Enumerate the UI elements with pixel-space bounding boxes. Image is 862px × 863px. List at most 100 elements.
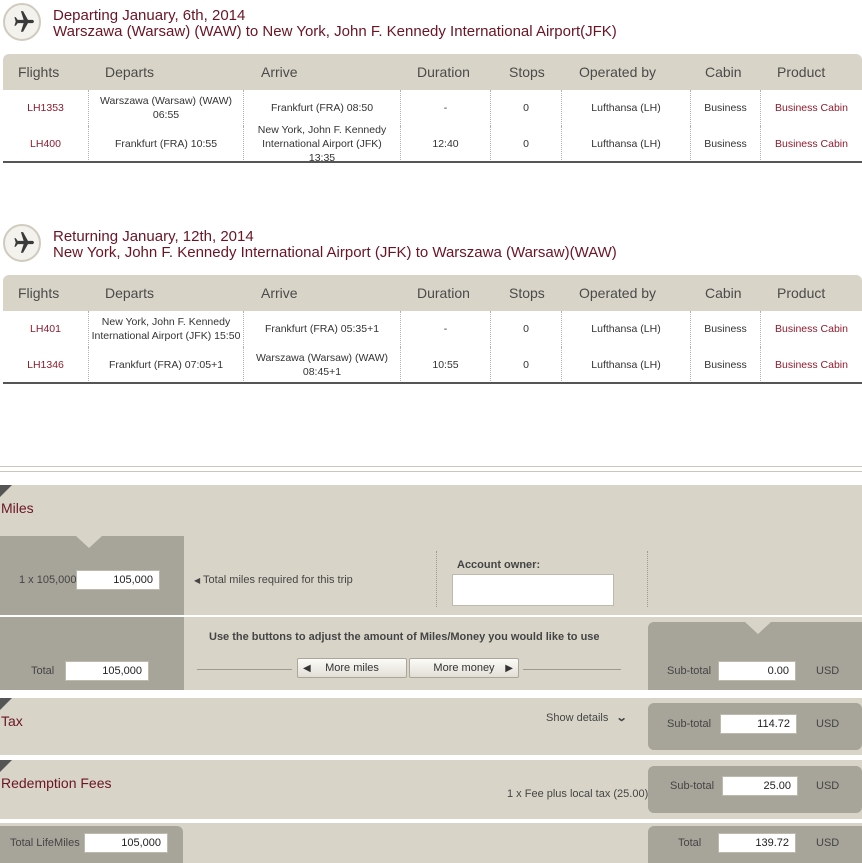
more-money-button[interactable]: More money ▶: [409, 658, 519, 678]
slider-line-right: [523, 669, 621, 670]
operated-cell: Lufthansa (LH): [562, 90, 691, 126]
adjust-instructions: Use the buttons to adjust the amount of …: [209, 631, 600, 643]
flight-number[interactable]: LH1353: [3, 90, 89, 126]
col-flights: Flights: [18, 285, 60, 301]
duration-cell: 10:55: [401, 347, 491, 383]
table-row: LH1346 Frankfurt (FRA) 07:05+1 Warszawa …: [3, 347, 862, 383]
product-link[interactable]: Business Cabin: [761, 347, 862, 383]
inbound-table-header: Flights Departs Arrive Duration Stops Op…: [3, 275, 862, 311]
duration-cell: -: [401, 311, 491, 347]
account-owner-field[interactable]: [452, 574, 614, 606]
col-cabin: Cabin: [705, 64, 742, 80]
more-miles-label: More miles: [325, 662, 379, 674]
outbound-date: Departing January, 6th, 2014: [53, 7, 246, 24]
stops-cell: 0: [491, 90, 562, 126]
stops-cell: 0: [491, 126, 562, 162]
departs-cell: Frankfurt (FRA) 10:55: [89, 126, 244, 162]
slider-line-left: [197, 669, 292, 670]
cabin-cell: Business: [691, 347, 761, 383]
inbound-route: New York, John F. Kennedy International …: [53, 244, 617, 261]
stops-cell: 0: [491, 311, 562, 347]
col-arrive: Arrive: [261, 64, 298, 80]
operated-cell: Lufthansa (LH): [562, 311, 691, 347]
flight-number[interactable]: LH400: [3, 126, 89, 162]
right-chevron-icon: ▶: [505, 662, 513, 674]
flight-number[interactable]: LH1346: [3, 347, 89, 383]
fees-currency: USD: [816, 780, 840, 792]
duration-cell: -: [401, 90, 491, 126]
section-corner: [0, 760, 12, 772]
col-flights: Flights: [18, 64, 60, 80]
miles-section-label: Miles: [1, 500, 34, 516]
fees-section-label: Redemption Fees: [1, 775, 112, 791]
duration-cell: 12:40: [401, 126, 491, 162]
total-lifemiles-label: Total LifeMiles: [10, 837, 80, 849]
col-operated: Operated by: [579, 285, 657, 301]
operated-cell: Lufthansa (LH): [562, 126, 691, 162]
miles-header-band: [0, 485, 862, 536]
account-owner-label: Account owner:: [457, 559, 541, 571]
table-row: LH400 Frankfurt (FRA) 10:55 New York, Jo…: [3, 124, 862, 164]
product-link[interactable]: Business Cabin: [761, 126, 862, 162]
arrive-cell: Frankfurt (FRA) 05:35+1: [244, 311, 401, 347]
miles-per-trip-field[interactable]: 105,000: [76, 570, 160, 590]
outbound-route: Warszawa (Warsaw) (WAW) to New York, Joh…: [53, 23, 617, 40]
miles-notch: [76, 536, 102, 548]
col-arrive: Arrive: [261, 285, 298, 301]
chevron-down-icon: ⌄: [616, 712, 629, 724]
miles-required-note: ◀ Total miles required for this trip: [194, 574, 353, 586]
outbound-title: Departing January, 6th, 2014 Warszawa (W…: [53, 8, 617, 40]
section-corner: [0, 485, 12, 497]
tax-section-label: Tax: [1, 713, 23, 729]
total-lifemiles-field: 105,000: [84, 833, 168, 853]
cabin-cell: Business: [691, 311, 761, 347]
subtotal-notch: [745, 622, 771, 634]
departs-cell: Warszawa (Warsaw) (WAW) 06:55: [89, 90, 244, 126]
miles-total-field[interactable]: 105,000: [65, 661, 149, 681]
table-row: LH1353 Warszawa (Warsaw) (WAW) 06:55 Fra…: [3, 90, 862, 126]
product-link[interactable]: Business Cabin: [761, 90, 862, 126]
fees-note: 1 x Fee plus local tax (25.00): [507, 788, 649, 800]
left-chevron-icon: ◀: [303, 662, 311, 674]
arrive-cell: Frankfurt (FRA) 08:50: [244, 90, 401, 126]
more-miles-button[interactable]: ◀ More miles: [297, 658, 407, 678]
product-link[interactable]: Business Cabin: [761, 311, 862, 347]
arrive-cell: New York, John F. Kennedy International …: [244, 124, 401, 164]
col-stops: Stops: [509, 64, 545, 80]
account-divider-right: [647, 551, 648, 607]
col-departs: Departs: [105, 285, 155, 301]
cabin-cell: Business: [691, 90, 761, 126]
section-corner: [0, 698, 12, 710]
inbound-date: Returning January, 12th, 2014: [53, 228, 254, 245]
inbound-journey: Returning January, 12th, 2014 New York, …: [0, 221, 862, 275]
col-duration: Duration: [417, 64, 470, 80]
miles-currency: USD: [816, 665, 840, 677]
fees-subtotal-label: Sub-total: [670, 780, 715, 792]
miles-subtotal-field: 0.00: [718, 661, 796, 681]
airplane-icon: [3, 3, 41, 41]
inbound-title: Returning January, 12th, 2014 New York, …: [53, 229, 617, 261]
tax-currency: USD: [816, 718, 840, 730]
outbound-table-header: Flights Departs Arrive Duration Stops Op…: [3, 54, 862, 90]
table-bottom-rule: [3, 161, 862, 163]
grand-total-field: 139.72: [718, 833, 796, 853]
tax-subtotal-field: 114.72: [720, 714, 797, 734]
miles-multiplier: 1 x 105,000: [19, 574, 77, 586]
divider: [0, 471, 862, 472]
col-stops: Stops: [509, 285, 545, 301]
flight-number[interactable]: LH401: [3, 311, 89, 347]
account-divider-left: [436, 551, 437, 607]
stops-cell: 0: [491, 347, 562, 383]
departs-cell: New York, John F. Kennedy International …: [89, 311, 244, 347]
show-details-toggle[interactable]: Show details ⌄: [546, 711, 629, 724]
fees-subtotal-field: 25.00: [722, 776, 798, 796]
grand-total-currency: USD: [816, 837, 840, 849]
operated-cell: Lufthansa (LH): [562, 347, 691, 383]
tax-subtotal-label: Sub-total: [667, 718, 712, 730]
miles-required-text: Total miles required for this trip: [203, 574, 353, 586]
col-operated: Operated by: [579, 64, 657, 80]
col-cabin: Cabin: [705, 285, 742, 301]
grand-total-label: Total: [678, 837, 702, 849]
table-bottom-rule: [3, 382, 862, 384]
miles-subtotal-label: Sub-total: [667, 665, 712, 677]
